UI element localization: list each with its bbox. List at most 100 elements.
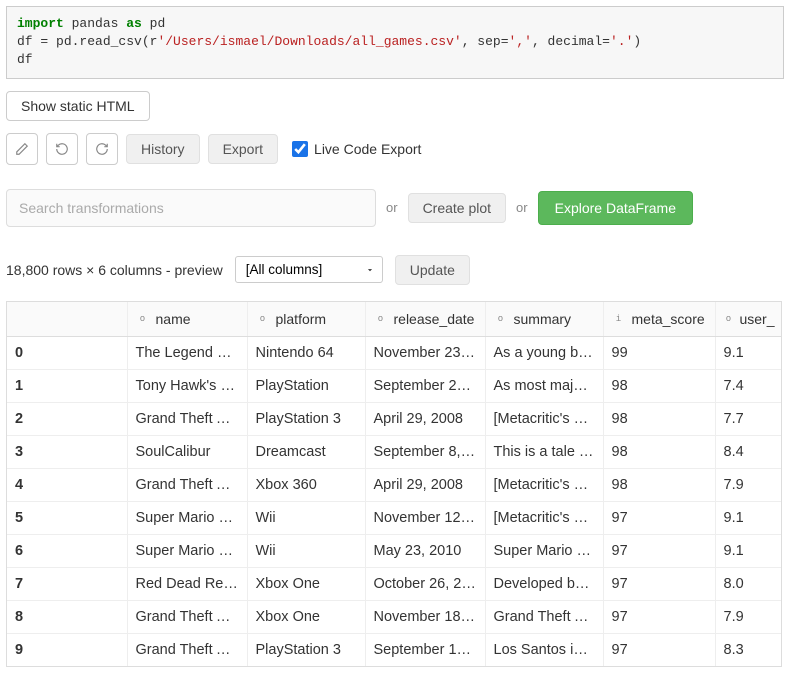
cell-summary: [Metacritic's 200…: [485, 402, 603, 435]
table-row[interactable]: 0The Legend of Z…Nintendo 64November 23,…: [7, 336, 782, 369]
table-row[interactable]: 7Red Dead Rede…Xbox OneOctober 26, 2018D…: [7, 567, 782, 600]
or-divider: or: [516, 200, 528, 215]
cell-meta-score: 99: [603, 336, 715, 369]
history-button[interactable]: History: [126, 134, 200, 164]
update-button[interactable]: Update: [395, 255, 470, 285]
cell-name: SoulCalibur: [127, 435, 247, 468]
column-header-summary[interactable]: osummary: [485, 302, 603, 337]
cell-summary: Grand Theft Auto…: [485, 600, 603, 633]
column-header-user[interactable]: o user_: [715, 302, 782, 337]
cell-meta-score: 97: [603, 567, 715, 600]
table-row[interactable]: 3SoulCaliburDreamcastSeptember 8, 1999Th…: [7, 435, 782, 468]
export-button[interactable]: Export: [208, 134, 278, 164]
cell-release-date: April 29, 2008: [365, 402, 485, 435]
type-badge: o: [724, 312, 734, 326]
cell-summary: [Metacritic's 200…: [485, 501, 603, 534]
preview-bar: 18,800 rows × 6 columns - preview [All c…: [6, 255, 784, 285]
columns-selector[interactable]: [All columns]: [235, 256, 383, 283]
row-index: 5: [7, 501, 127, 534]
cell-name: Super Mario Gal…: [127, 501, 247, 534]
cell-user-score: 8.3: [715, 633, 782, 666]
or-divider: or: [386, 200, 398, 215]
cell-release-date: November 12, 20…: [365, 501, 485, 534]
row-index: 0: [7, 336, 127, 369]
cell-name: Grand Theft Auto V: [127, 600, 247, 633]
cell-meta-score: 98: [603, 402, 715, 435]
explore-dataframe-button[interactable]: Explore DataFrame: [538, 191, 693, 225]
column-label: user_: [739, 311, 774, 327]
row-index: 2: [7, 402, 127, 435]
columns-selector-wrap: [All columns]: [235, 256, 383, 283]
cell-platform: Dreamcast: [247, 435, 365, 468]
cell-summary: As most major p…: [485, 369, 603, 402]
table-body: 0The Legend of Z…Nintendo 64November 23,…: [7, 336, 782, 666]
actions-row: or Create plot or Explore DataFrame: [6, 189, 784, 227]
redo-icon: [95, 142, 109, 156]
cell-summary: [Metacritic's 200…: [485, 468, 603, 501]
cell-platform: Nintendo 64: [247, 336, 365, 369]
cell-meta-score: 97: [603, 600, 715, 633]
code-string: '/Users/ismael/Downloads/all_games.csv': [157, 34, 461, 49]
cell-summary: Los Santos is a v…: [485, 633, 603, 666]
code-text: df: [17, 52, 33, 67]
row-index: 1: [7, 369, 127, 402]
type-badge: o: [374, 312, 388, 326]
cell-platform: PlayStation 3: [247, 633, 365, 666]
cell-user-score: 7.9: [715, 600, 782, 633]
column-header-release-date[interactable]: orelease_date: [365, 302, 485, 337]
cell-user-score: 8.4: [715, 435, 782, 468]
code-op: =: [602, 34, 610, 49]
cell-platform: PlayStation: [247, 369, 365, 402]
edit-button[interactable]: [6, 133, 38, 165]
table-row[interactable]: 2Grand Theft Auto…PlayStation 3April 29,…: [7, 402, 782, 435]
cell-user-score: 9.1: [715, 336, 782, 369]
cell-name: Tony Hawk's Pro…: [127, 369, 247, 402]
type-badge: o: [136, 312, 150, 326]
column-header-platform[interactable]: oplatform: [247, 302, 365, 337]
column-header-name[interactable]: oname: [127, 302, 247, 337]
column-header-meta-score[interactable]: imeta_score: [603, 302, 715, 337]
code-string: ',': [509, 34, 532, 49]
undo-button[interactable]: [46, 133, 78, 165]
cell-meta-score: 97: [603, 534, 715, 567]
cell-user-score: 7.7: [715, 402, 782, 435]
create-plot-button[interactable]: Create plot: [408, 193, 506, 223]
column-label: summary: [514, 311, 572, 327]
cell-name: Grand Theft Auto…: [127, 468, 247, 501]
code-text: pandas: [64, 16, 126, 31]
code-text: df: [17, 34, 40, 49]
row-index: 4: [7, 468, 127, 501]
cell-platform: PlayStation 3: [247, 402, 365, 435]
row-index: 9: [7, 633, 127, 666]
preview-summary: 18,800 rows × 6 columns - preview: [6, 262, 223, 278]
cell-platform: Xbox 360: [247, 468, 365, 501]
table-row[interactable]: 6Super Mario Gal…WiiMay 23, 2010Super Ma…: [7, 534, 782, 567]
cell-release-date: September 17, 2…: [365, 633, 485, 666]
live-code-export-toggle[interactable]: Live Code Export: [292, 141, 421, 157]
code-cell[interactable]: import pandas as pd df = pd.read_csv(r'/…: [6, 6, 784, 79]
cell-platform: Xbox One: [247, 600, 365, 633]
undo-icon: [55, 142, 69, 156]
show-static-html-button[interactable]: Show static HTML: [6, 91, 150, 121]
cell-name: Grand Theft Auto V: [127, 633, 247, 666]
cell-summary: Developed by th…: [485, 567, 603, 600]
cell-user-score: 8.0: [715, 567, 782, 600]
code-text: , decimal: [532, 34, 602, 49]
row-index: 6: [7, 534, 127, 567]
column-label: platform: [276, 311, 327, 327]
cell-release-date: November 18, 20…: [365, 600, 485, 633]
table-row[interactable]: 1Tony Hawk's Pro…PlayStationSeptember 20…: [7, 369, 782, 402]
code-text: pd.read_csv(: [48, 34, 149, 49]
search-input[interactable]: [6, 189, 376, 227]
index-header[interactable]: [7, 302, 127, 337]
table-row[interactable]: 8Grand Theft Auto VXbox OneNovember 18, …: [7, 600, 782, 633]
redo-button[interactable]: [86, 133, 118, 165]
cell-user-score: 9.1: [715, 534, 782, 567]
table-row[interactable]: 9Grand Theft Auto VPlayStation 3Septembe…: [7, 633, 782, 666]
cell-release-date: September 8, 1999: [365, 435, 485, 468]
cell-release-date: April 29, 2008: [365, 468, 485, 501]
code-keyword: import: [17, 16, 64, 31]
live-code-export-checkbox[interactable]: [292, 141, 308, 157]
table-row[interactable]: 4Grand Theft Auto…Xbox 360April 29, 2008…: [7, 468, 782, 501]
table-row[interactable]: 5Super Mario Gal…WiiNovember 12, 20…[Met…: [7, 501, 782, 534]
